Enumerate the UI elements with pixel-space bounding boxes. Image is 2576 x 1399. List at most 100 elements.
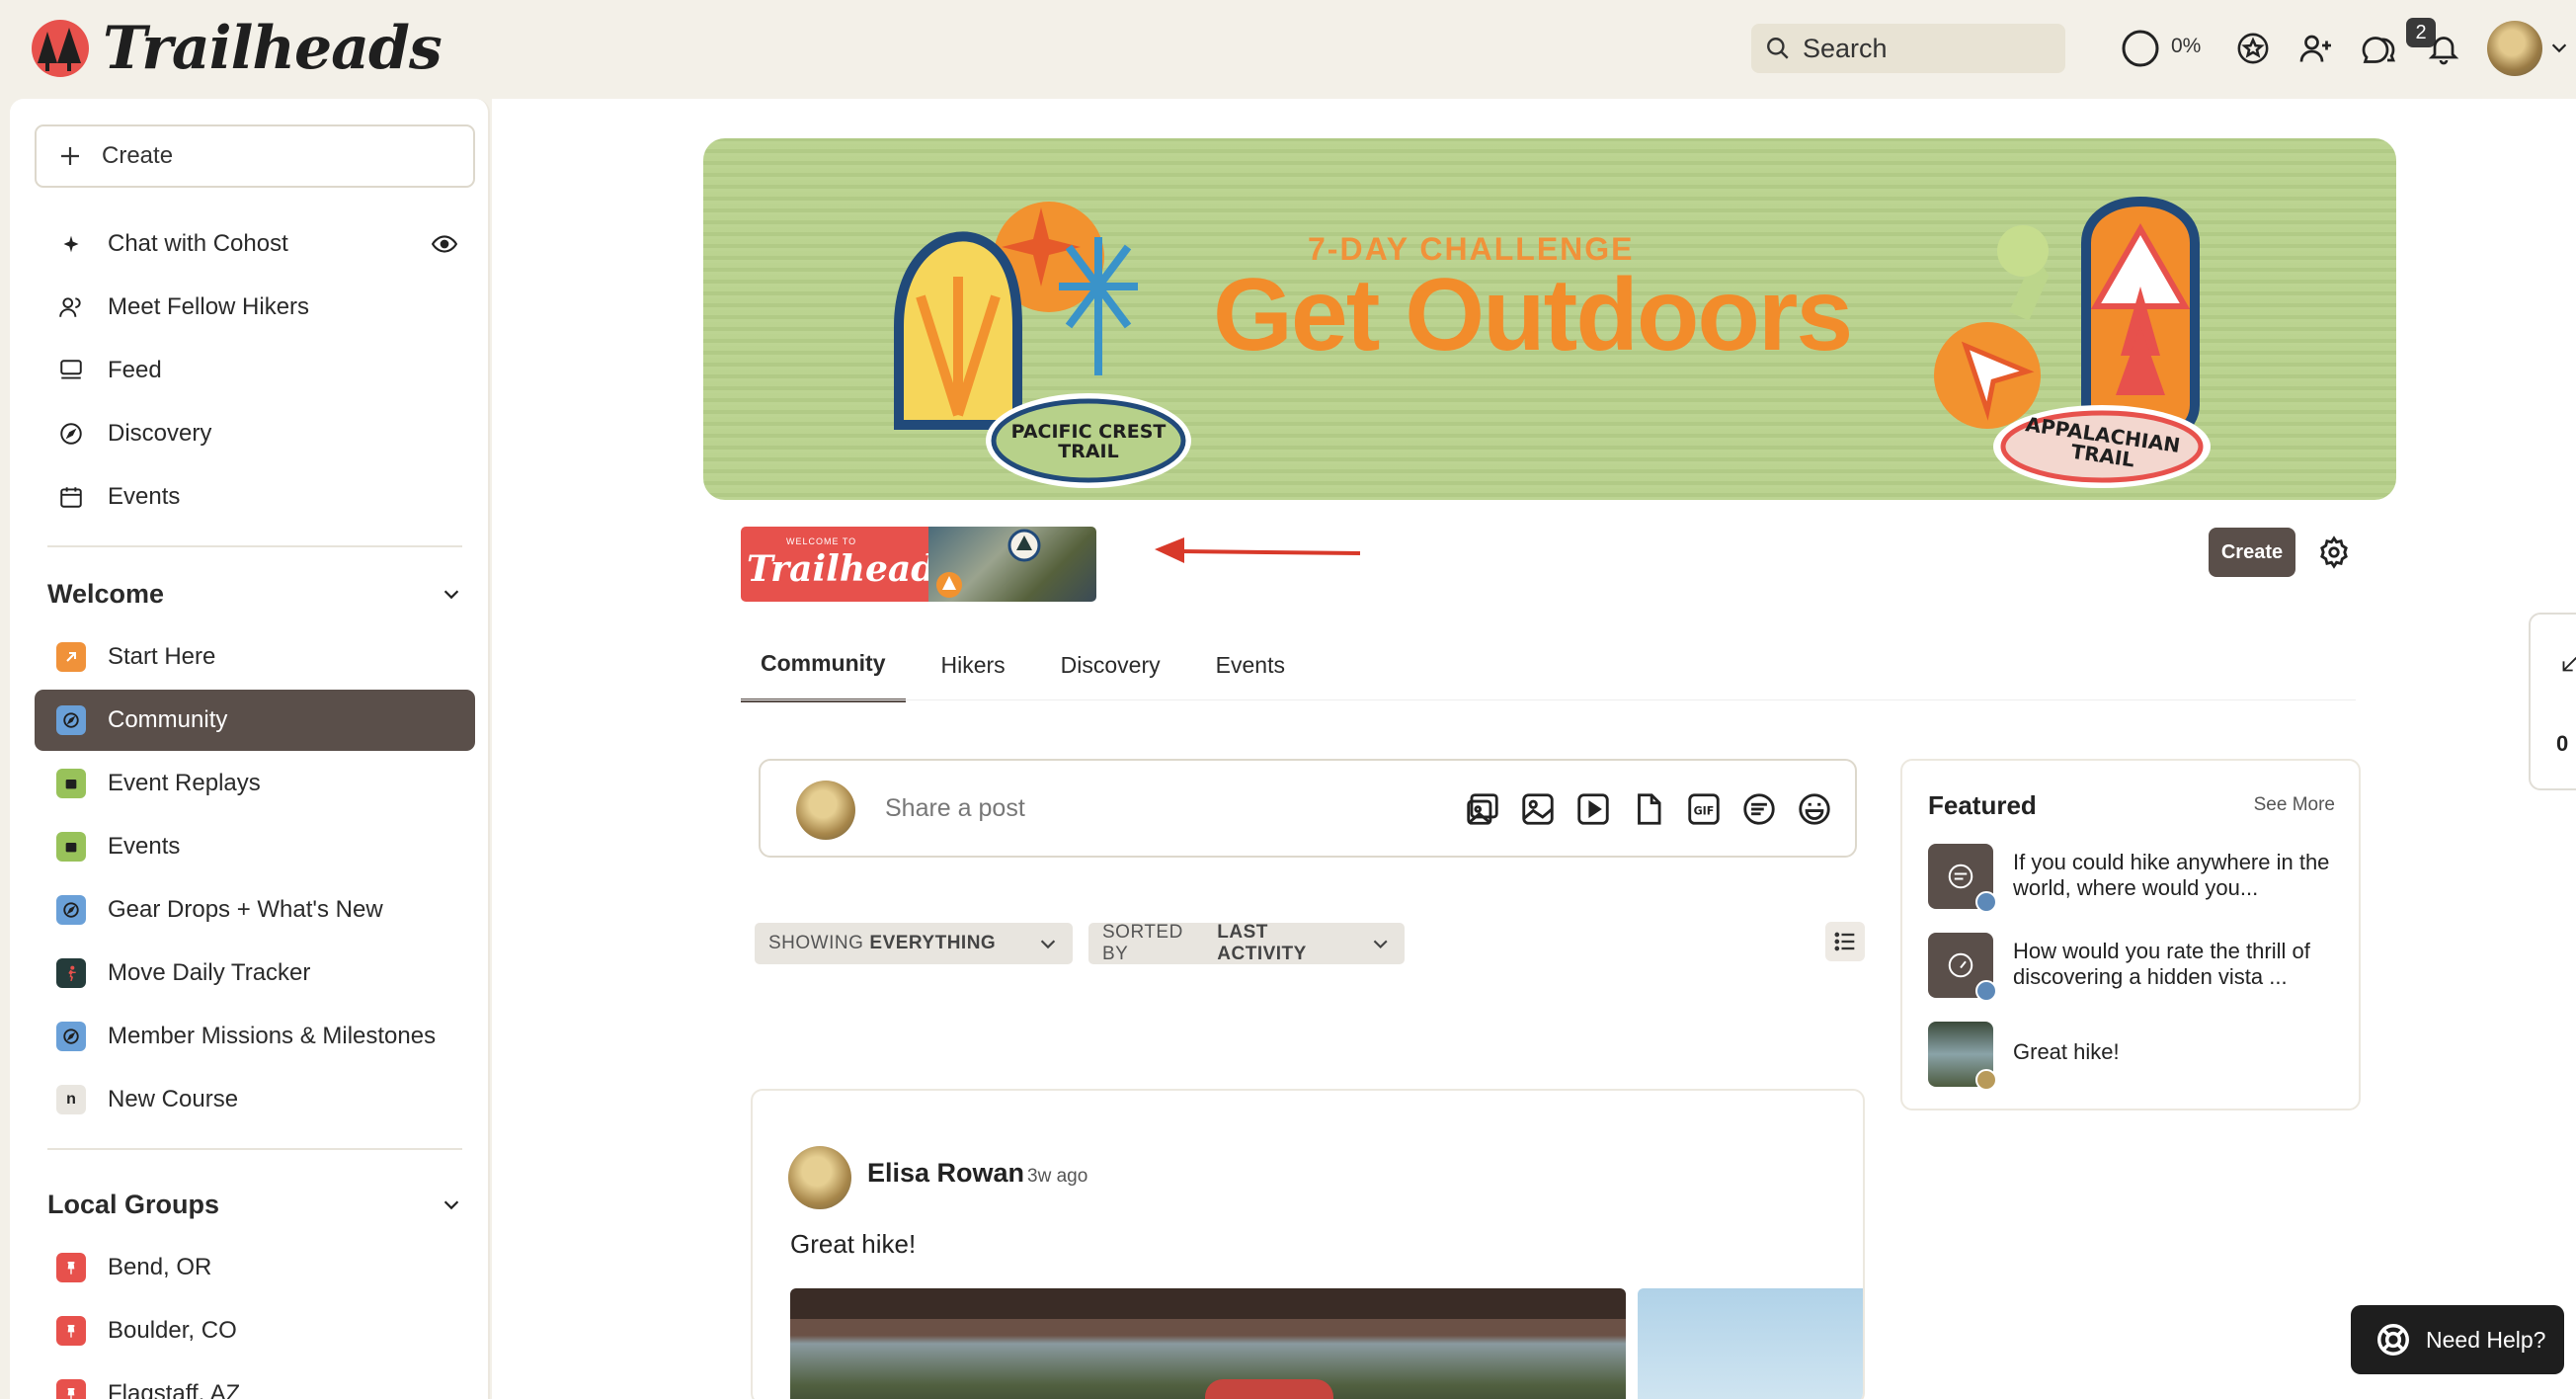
feed-post[interactable]: Elisa Rowan 3w ago Great hike! — [751, 1089, 1865, 1399]
post-image[interactable] — [790, 1288, 1626, 1399]
sidebar-item-label: New Course — [108, 1086, 239, 1112]
search-bar[interactable]: Search — [1751, 24, 2065, 73]
sidebar-item-chat-with-cohost[interactable]: Chat with Cohost — [35, 213, 475, 275]
sidebar-item-label: Discovery — [108, 420, 212, 447]
gear-icon[interactable] — [2317, 535, 2351, 569]
author-mini-avatar — [1975, 1069, 1997, 1091]
notifications-button[interactable] — [2422, 27, 2465, 70]
composer-toolbar: GIF — [1464, 790, 1833, 828]
post-composer[interactable]: Share a post GIF — [759, 759, 1857, 858]
sidebar-item-event-replays[interactable]: Event Replays — [35, 753, 475, 814]
sidebar-item-start-here[interactable]: Start Here — [35, 626, 475, 688]
thumbnail-photo-collage — [928, 527, 1096, 602]
sidebar-item-flagstaff-az[interactable]: Flagstaff, AZ — [35, 1363, 475, 1399]
thumbnail-logo-panel: WELCOME TO Trailheads — [741, 527, 956, 602]
sidebar-item-feed[interactable]: Feed — [35, 340, 475, 401]
sidebar-item-move-daily-tracker[interactable]: Move Daily Tracker — [35, 943, 475, 1004]
sidebar-item-community[interactable]: Community — [35, 690, 475, 751]
progress-ring-icon — [2122, 30, 2159, 67]
poll-icon — [1948, 864, 1973, 889]
chevron-down-icon — [443, 1200, 459, 1210]
sidebar-item-label: Start Here — [108, 643, 216, 670]
filter-showing-value: EVERYTHING — [869, 933, 997, 953]
search-icon — [1767, 38, 1789, 59]
gallery-icon[interactable] — [1464, 790, 1501, 828]
author-mini-avatar — [1975, 891, 1997, 913]
post-body: Great hike! — [790, 1229, 917, 1259]
sidebar-item-new-course[interactable]: n New Course — [35, 1069, 475, 1130]
main-content: PACIFIC CREST TRAIL 7-DAY CHALLENGE Get … — [492, 99, 2576, 1399]
user-avatar[interactable] — [2487, 21, 2542, 76]
compass-icon — [56, 895, 86, 925]
video-icon[interactable] — [1574, 790, 1612, 828]
tab-discovery[interactable]: Discovery — [1025, 627, 1180, 702]
sidebar-create-label: Create — [102, 142, 174, 169]
svg-text:GIF: GIF — [1694, 805, 1715, 818]
sidebar-item-label: Member Missions & Milestones — [108, 1023, 437, 1049]
bell-icon — [2428, 37, 2459, 65]
image-icon[interactable] — [1519, 790, 1557, 828]
star-badge-icon — [2237, 33, 2269, 64]
sidebar-item-label: Gear Drops + What's New — [108, 896, 383, 923]
sidebar-divider — [47, 1148, 462, 1150]
thumbnail-badge-icon — [1007, 529, 1041, 562]
banner-headline: Get Outdoors — [1213, 258, 1853, 372]
plus-icon — [61, 147, 79, 165]
achievements-button[interactable] — [2231, 27, 2275, 70]
sidebar-create-button[interactable]: Create — [35, 124, 475, 188]
space-cover-thumbnail[interactable]: WELCOME TO Trailheads — [741, 527, 1096, 602]
compass-icon — [56, 419, 86, 449]
sidebar-item-bend-or[interactable]: Bend, OR — [35, 1237, 475, 1298]
avatar — [796, 781, 855, 840]
side-drawer-count: 0 — [2556, 731, 2569, 756]
author-mini-avatar — [1975, 980, 1997, 1002]
gauge-icon — [1948, 952, 1973, 978]
sort-dropdown[interactable]: SORTED BY LAST ACTIVITY — [1088, 922, 1405, 964]
sidebar-item-discovery[interactable]: Discovery — [35, 403, 475, 464]
featured-item[interactable]: Great hike! — [1928, 1022, 2343, 1091]
sidebar-item-label: Events — [108, 833, 181, 860]
file-icon[interactable] — [1630, 790, 1667, 828]
sidebar-divider — [47, 545, 462, 547]
space-create-button[interactable]: Create — [2209, 528, 2295, 577]
showing-filter-dropdown[interactable]: SHOWING EVERYTHING — [755, 923, 1073, 964]
post-author[interactable]: Elisa Rowan — [867, 1158, 1024, 1189]
eye-icon[interactable] — [432, 231, 457, 257]
list-view-toggle[interactable] — [1825, 922, 1865, 961]
tab-events[interactable]: Events — [1180, 627, 1305, 702]
see-more-link[interactable]: See More — [2254, 794, 2335, 816]
arrow-up-right-icon — [56, 642, 86, 672]
featured-thumbnail — [1928, 844, 1997, 913]
sidebar-item-member-missions[interactable]: Member Missions & Milestones — [35, 1006, 475, 1067]
poll-icon[interactable] — [1740, 790, 1778, 828]
section-header-welcome[interactable]: Welcome — [47, 569, 462, 618]
add-user-button[interactable] — [2294, 27, 2338, 70]
sidebar-item-label: Event Replays — [108, 770, 261, 796]
tab-hikers[interactable]: Hikers — [906, 627, 1025, 702]
sidebar-item-boulder-co[interactable]: Boulder, CO — [35, 1300, 475, 1361]
progress-ring[interactable] — [2119, 27, 2162, 70]
featured-item[interactable]: If you could hike anywhere in the world,… — [1928, 844, 2343, 913]
sidebar-item-gear-drops[interactable]: Gear Drops + What's New — [35, 879, 475, 941]
emoji-icon[interactable] — [1796, 790, 1833, 828]
sidebar-item-events-welcome[interactable]: Events — [35, 816, 475, 877]
gif-icon[interactable]: GIF — [1685, 790, 1723, 828]
sidebar-item-label: Bend, OR — [108, 1254, 212, 1280]
chevron-down-icon[interactable] — [2548, 37, 2570, 58]
post-image[interactable] — [1638, 1288, 1863, 1399]
pin-icon — [56, 1253, 86, 1282]
section-header-local-groups[interactable]: Local Groups — [47, 1180, 462, 1229]
featured-title: Featured — [1928, 790, 2037, 820]
featured-item[interactable]: How would you rate the thrill of discove… — [1928, 933, 2343, 1002]
sidebar-item-events[interactable]: Events — [35, 466, 475, 528]
sidebar-item-label: Meet Fellow Hikers — [108, 293, 310, 320]
sidebar-item-meet-fellow-hikers[interactable]: Meet Fellow Hikers — [35, 277, 475, 338]
avatar[interactable] — [788, 1146, 851, 1209]
messages-button[interactable] — [2357, 27, 2400, 70]
app-logo[interactable]: Trailheads — [30, 14, 443, 83]
featured-item-text: How would you rate the thrill of discove… — [2013, 939, 2310, 989]
tab-community[interactable]: Community — [741, 627, 906, 702]
side-drawer-tab[interactable] — [2529, 613, 2576, 790]
need-help-button[interactable]: Need Help? — [2351, 1305, 2564, 1374]
sidebar-item-label: Move Daily Tracker — [108, 959, 311, 986]
